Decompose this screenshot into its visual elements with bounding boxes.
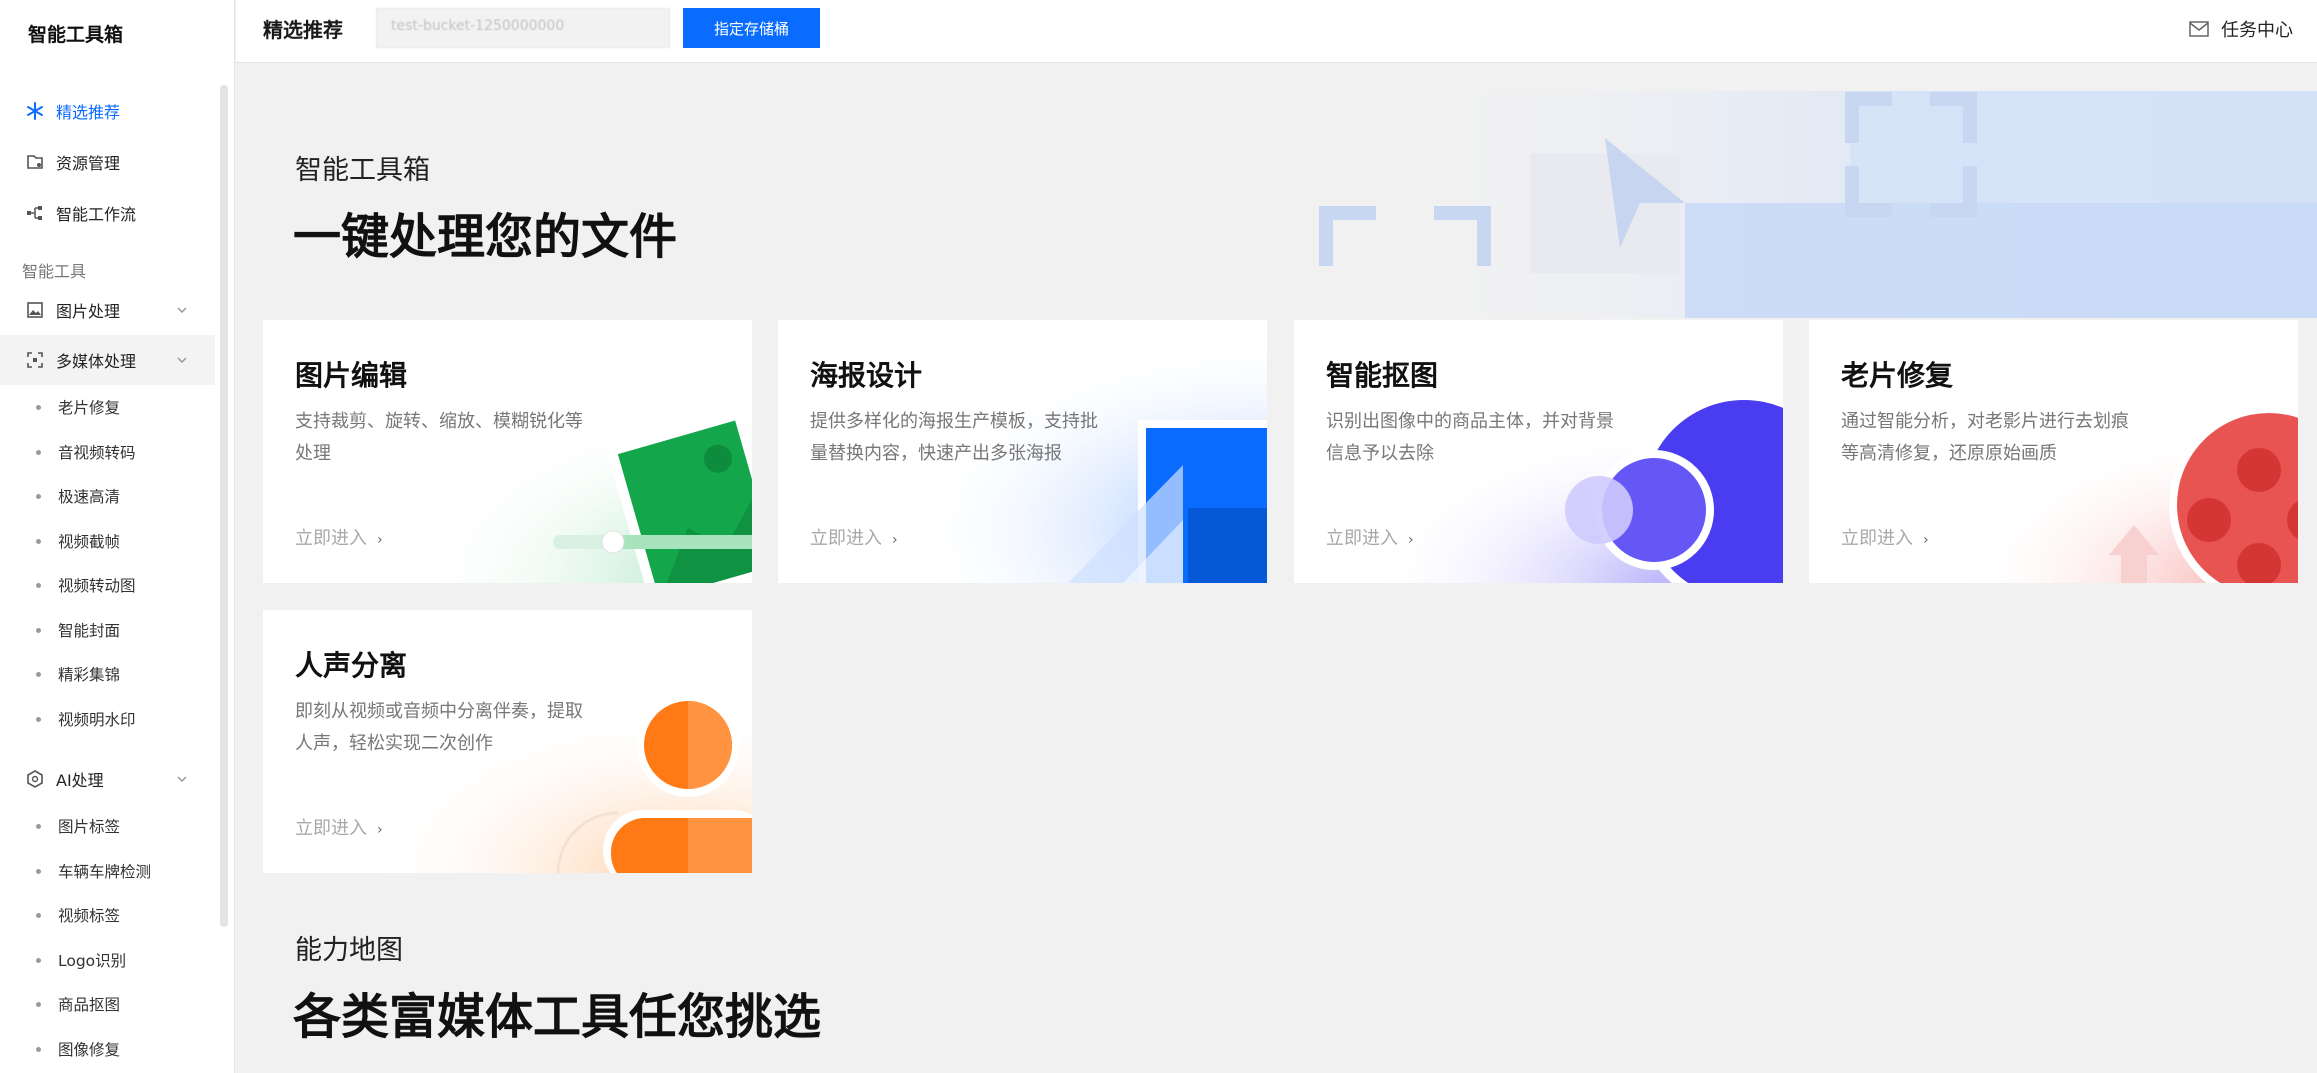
card-title: 老片修复 — [1841, 359, 1954, 392]
sidebar-group-image-header[interactable]: 图片处理 — [0, 285, 215, 335]
chevron-down-icon — [177, 776, 187, 783]
sidebar-group-label: 多媒体处理 — [56, 352, 137, 371]
sidebar-sub-item[interactable]: Logo识别 — [0, 938, 215, 983]
card-image-edit[interactable]: 图片编辑 支持裁剪、旋转、缩放、模糊锐化等处理 立即进入 › — [263, 320, 752, 583]
sidebar-sub-item[interactable]: 图片标签 — [0, 804, 215, 849]
sidebar-sub-item[interactable]: 视频截帧 — [0, 519, 215, 564]
card-title: 人声分离 — [295, 649, 408, 682]
card-description: 识别出图像中的商品主体，并对背景信息予以去除 — [1326, 411, 1614, 464]
card-description: 支持裁剪、旋转、缩放、模糊锐化等处理 — [295, 411, 583, 464]
mail-icon — [2189, 21, 2209, 37]
card-enter-label: 立即进入 — [1841, 528, 1913, 549]
card-enter-label: 立即进入 — [295, 818, 367, 839]
sparkle-icon — [26, 101, 56, 120]
sidebar-section-label: 智能工具 — [22, 262, 87, 281]
card-title: 海报设计 — [810, 359, 923, 392]
sidebar-top-nav: 精选推荐 资源管理 智能工作流 — [0, 85, 215, 238]
card-enter-link[interactable]: 立即进入 › — [1326, 524, 1414, 550]
card-film-restore[interactable]: 老片修复 通过智能分析，对老影片进行去划痕等高清修复，还原原始画质 立即进入 › — [1809, 320, 2298, 583]
capability-map-subtitle: 能力地图 — [295, 935, 403, 966]
ai-icon — [26, 770, 56, 788]
hero-title: 一键处理您的文件 — [293, 209, 678, 265]
chevron-right-icon: › — [1923, 532, 1929, 548]
image-icon — [26, 301, 56, 319]
sidebar-sub-item[interactable]: 车辆车牌检测 — [0, 849, 215, 894]
card-smart-cutout[interactable]: 智能抠图 识别出图像中的商品主体，并对背景信息予以去除 立即进入 › — [1294, 320, 1783, 583]
hero-decoration — [1319, 91, 2317, 318]
chevron-right-icon: › — [1408, 532, 1414, 548]
sidebar-group-ai-header[interactable]: AI处理 — [0, 754, 215, 804]
sidebar-sub-item[interactable]: 视频标签 — [0, 893, 215, 938]
capability-map-title: 各类富媒体工具任您挑选 — [293, 989, 822, 1045]
sidebar-item-label: 资源管理 — [56, 153, 121, 173]
sidebar-sub-item[interactable]: 智能封面 — [0, 608, 215, 653]
chevron-right-icon: › — [377, 822, 383, 838]
bucket-field[interactable]: test-bucket-1250000000 — [376, 8, 670, 48]
sidebar-item-label: 智能工作流 — [56, 204, 137, 224]
sidebar-group-image: 图片处理 — [0, 285, 215, 335]
sidebar-scrollbar[interactable] — [220, 85, 228, 927]
sidebar-group-label: AI处理 — [56, 771, 104, 790]
sidebar-sub-item[interactable]: 视频明水印 — [0, 697, 215, 742]
hero-subtitle: 智能工具箱 — [295, 155, 430, 186]
workflow-icon — [26, 204, 56, 222]
sidebar-sub-item[interactable]: 音视频转码 — [0, 430, 215, 475]
card-enter-label: 立即进入 — [810, 528, 882, 549]
card-title: 图片编辑 — [295, 359, 408, 392]
card-description: 即刻从视频或音频中分离伴奏，提取人声，轻松实现二次创作 — [295, 701, 583, 754]
card-enter-link[interactable]: 立即进入 › — [810, 524, 898, 550]
sidebar-group-multimedia: 多媒体处理 老片修复 音视频转码 极速高清 视频截帧 视频转动图 智能封面 精彩… — [0, 335, 215, 741]
sidebar-sub-item[interactable]: 图像修复 — [0, 1027, 215, 1072]
card-enter-label: 立即进入 — [1326, 528, 1398, 549]
app-logo-title: 智能工具箱 — [28, 24, 124, 46]
card-enter-link[interactable]: 立即进入 › — [295, 524, 383, 550]
sidebar-group-multimedia-header[interactable]: 多媒体处理 — [0, 335, 215, 385]
sidebar-group-label: 图片处理 — [56, 302, 121, 321]
card-enter-link[interactable]: 立即进入 › — [1841, 524, 1929, 550]
chevron-right-icon: › — [377, 532, 383, 548]
card-poster-design[interactable]: 海报设计 提供多样化的海报生产模板，支持批量替换内容，快速产出多张海报 立即进入… — [778, 320, 1267, 583]
sidebar: 智能工具箱 精选推荐 资源管理 智能工作流 智能工具 图片处理 多媒体处理 老片… — [0, 0, 235, 1073]
task-center-label: 任务中心 — [2221, 20, 2293, 41]
page-title: 精选推荐 — [263, 18, 343, 42]
chevron-down-icon — [177, 357, 187, 364]
sidebar-item-workflow[interactable]: 智能工作流 — [0, 187, 215, 238]
card-enter-label: 立即进入 — [295, 528, 367, 549]
task-center-link[interactable]: 任务中心 — [2189, 16, 2293, 42]
sidebar-group-ai: AI处理 图片标签 车辆车牌检测 视频标签 Logo识别 商品抠图 图像修复 — [0, 754, 215, 1071]
sidebar-item-featured[interactable]: 精选推荐 — [0, 85, 215, 136]
scan-icon — [26, 351, 56, 369]
sidebar-sub-item[interactable]: 精彩集锦 — [0, 652, 215, 697]
card-vocal-separation[interactable]: 人声分离 即刻从视频或音频中分离伴奏，提取人声，轻松实现二次创作 立即进入 › — [263, 610, 752, 873]
card-title: 智能抠图 — [1326, 359, 1439, 392]
folder-icon — [26, 153, 56, 171]
card-enter-link[interactable]: 立即进入 › — [295, 814, 383, 840]
top-header: 精选推荐 test-bucket-1250000000 指定存储桶 任务中心 — [236, 0, 2317, 63]
sidebar-sub-item[interactable]: 商品抠图 — [0, 982, 215, 1027]
sidebar-sub-item[interactable]: 老片修复 — [0, 385, 215, 430]
sidebar-item-label: 精选推荐 — [56, 102, 121, 122]
select-bucket-button[interactable]: 指定存储桶 — [683, 8, 820, 48]
card-description: 提供多样化的海报生产模板，支持批量替换内容，快速产出多张海报 — [810, 411, 1098, 464]
chevron-right-icon: › — [892, 532, 898, 548]
card-description: 通过智能分析，对老影片进行去划痕等高清修复，还原原始画质 — [1841, 411, 2129, 464]
sidebar-item-resources[interactable]: 资源管理 — [0, 136, 215, 187]
chevron-down-icon — [177, 307, 187, 314]
sidebar-sub-item[interactable]: 极速高清 — [0, 474, 215, 519]
sidebar-sub-item[interactable]: 视频转动图 — [0, 563, 215, 608]
